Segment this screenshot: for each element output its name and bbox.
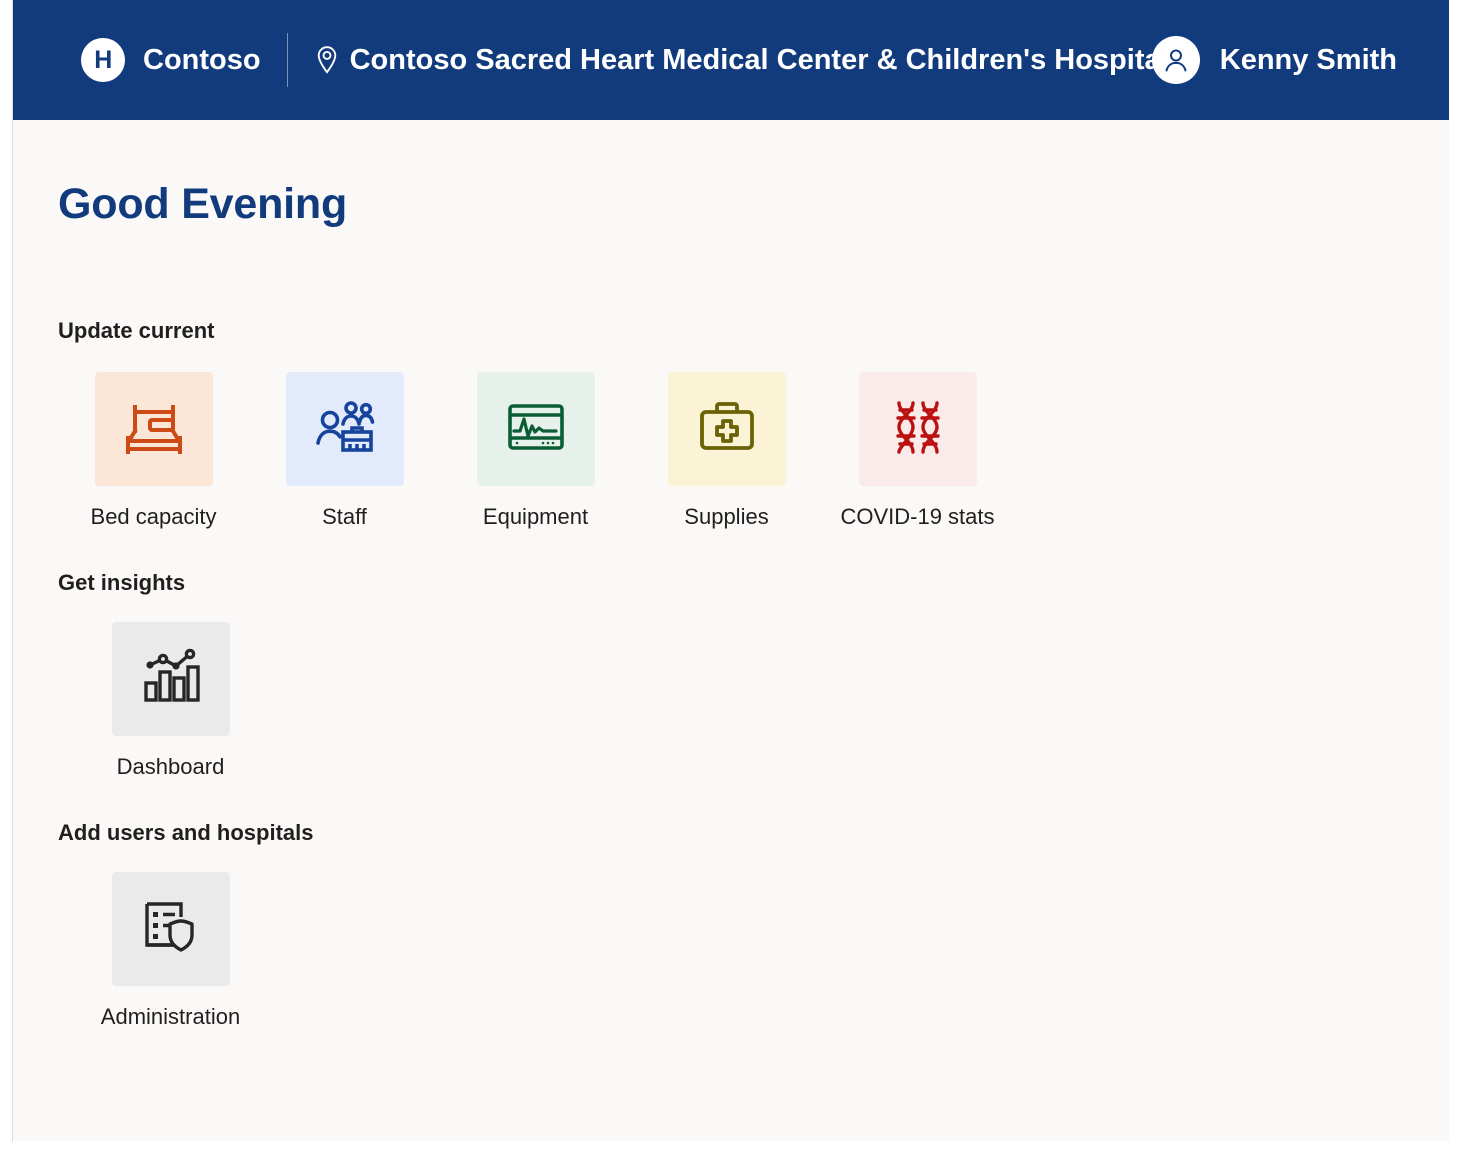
section-title-update-current: Update current: [58, 318, 215, 343]
tile-supplies-box: [667, 372, 786, 486]
tile-bed-capacity-box: [94, 372, 213, 486]
facility-name: Contoso Sacred Heart Medical Center & Ch…: [349, 43, 1169, 76]
staff-icon: [313, 398, 377, 461]
tile-covid-19-stats-box: [858, 372, 977, 486]
tile-label: Dashboard: [116, 754, 225, 779]
tile-covid-19-stats[interactable]: COVID-19 stats: [822, 372, 1013, 530]
tile-label: Administration: [100, 1004, 241, 1029]
section-title-add-users-and-hospitals: Add users and hospitals: [58, 820, 314, 845]
tile-row-get-insights: Dashboard: [58, 622, 1449, 780]
tile-label: Equipment: [482, 504, 589, 529]
page-title: Good Evening: [58, 180, 348, 228]
tile-staff-box: [285, 372, 404, 486]
medkit-icon: [695, 398, 759, 461]
location-pin-icon: [314, 45, 340, 75]
contoso-hospital-logo-icon: H: [81, 38, 125, 82]
tile-bed-capacity[interactable]: Bed capacity: [58, 372, 249, 530]
tile-equipment-box: [476, 372, 595, 486]
app-root: H Contoso Contoso Sacred Heart Medical C…: [0, 0, 1464, 1158]
tile-staff[interactable]: Staff: [249, 372, 440, 530]
section-title-get-insights: Get insights: [58, 570, 186, 595]
tile-row-update-current: Bed capacity Staff Equipment Supplies CO…: [58, 372, 1449, 530]
user-menu[interactable]: Kenny Smith: [1151, 36, 1397, 84]
main-content: Good Evening Update current Bed capacity…: [13, 120, 1449, 1141]
app-frame: H Contoso Contoso Sacred Heart Medical C…: [12, 0, 1449, 1141]
tile-label: Bed capacity: [90, 504, 217, 529]
dna-icon: [886, 398, 950, 461]
tile-label: COVID-19 stats: [840, 504, 995, 529]
tile-label: Staff: [322, 504, 367, 529]
header-divider: [286, 33, 288, 87]
tile-dashboard[interactable]: Dashboard: [75, 622, 266, 780]
tile-row-administration: Administration: [58, 872, 1449, 1030]
bar-chart-line-icon: [139, 648, 203, 711]
tile-administration-box: [111, 872, 230, 986]
tile-dashboard-box: [111, 622, 230, 736]
brand-block[interactable]: H Contoso: [81, 38, 261, 82]
user-name: Kenny Smith: [1219, 43, 1397, 76]
tile-equipment[interactable]: Equipment: [440, 372, 631, 530]
avatar: [1151, 36, 1200, 84]
monitor-icon: [504, 398, 568, 461]
facility-selector[interactable]: Contoso Sacred Heart Medical Center & Ch…: [314, 44, 1169, 77]
bed-icon: [122, 398, 186, 461]
top-navigation-bar: H Contoso Contoso Sacred Heart Medical C…: [13, 0, 1449, 120]
list-shield-icon: [139, 898, 203, 961]
tile-supplies[interactable]: Supplies: [631, 372, 822, 530]
logo-letter: H: [94, 45, 112, 74]
tile-administration[interactable]: Administration: [75, 872, 266, 1030]
tile-label: Supplies: [684, 504, 769, 529]
brand-name: Contoso: [143, 43, 261, 76]
